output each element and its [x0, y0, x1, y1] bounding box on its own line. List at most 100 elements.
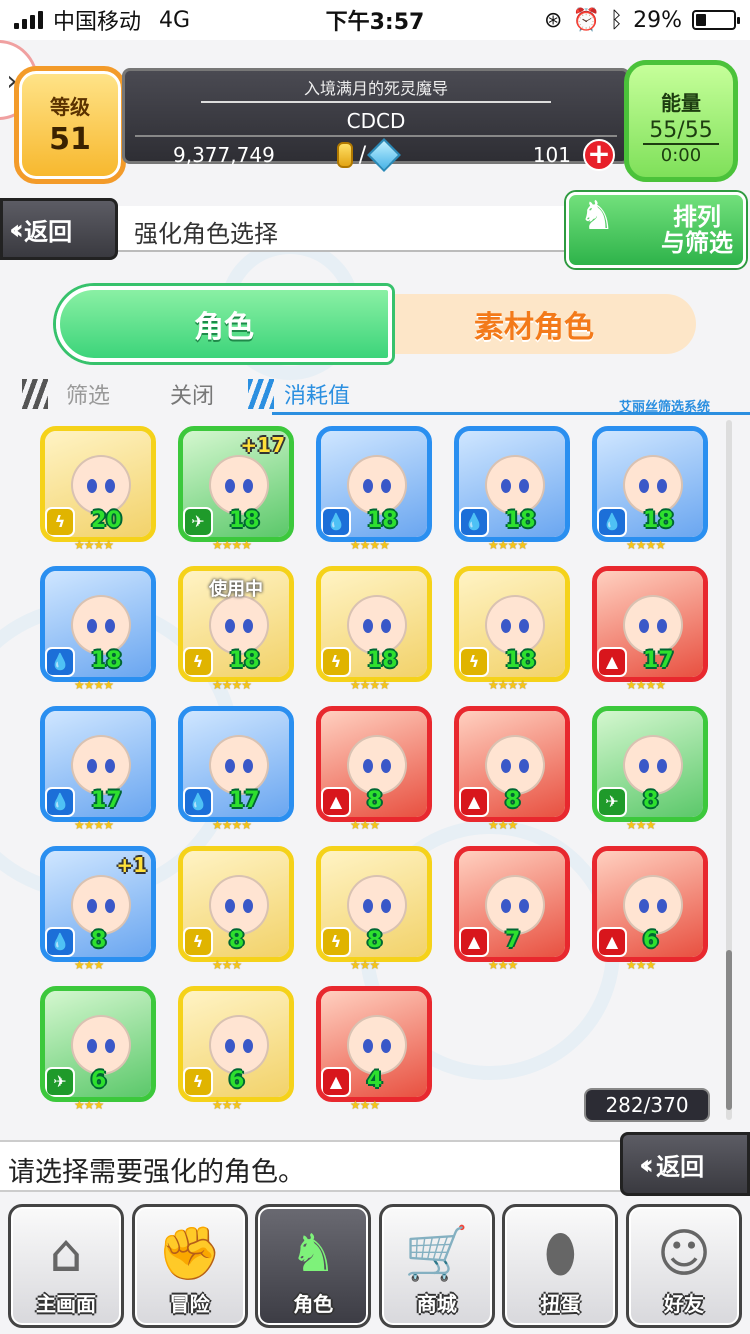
- buy-gems-button[interactable]: +: [583, 139, 615, 171]
- character-portrait-frame: ϟ 20: [40, 426, 156, 542]
- character-card[interactable]: ✈ 6 ★★★: [40, 986, 158, 1114]
- rarity-stars: ★★★: [74, 958, 104, 972]
- character-card[interactable]: 💧 18 ★★★★: [316, 426, 434, 554]
- stripes-icon: [248, 379, 274, 409]
- rarity-stars: ★★★: [212, 1098, 242, 1112]
- status-bar: 中国移动 4G 下午3:57 ⊛ ⏰ ᛒ 29%: [0, 0, 750, 40]
- water-attribute-icon: 💧: [47, 789, 73, 815]
- character-face: [71, 455, 131, 515]
- character-card[interactable]: ▲ 8 ★★★: [316, 706, 434, 834]
- character-portrait-frame: ϟ 18: [454, 566, 570, 682]
- nav-home-button[interactable]: ⌂ 主画面: [8, 1204, 124, 1328]
- character-portrait-frame: ▲ 6: [592, 846, 708, 962]
- character-card[interactable]: ✈ 8 ★★★: [592, 706, 710, 834]
- wind-attribute-icon: ✈: [185, 509, 211, 535]
- player-info-panel[interactable]: 入境满月的死灵魔导 CDCD 9,377,749 / 101 +: [122, 68, 630, 172]
- character-card[interactable]: ϟ 20 ★★★★: [40, 426, 158, 554]
- sort-order-toggle[interactable]: 消耗值: [248, 378, 350, 410]
- rarity-stars: ★★★: [74, 1098, 104, 1112]
- character-portrait-frame: ▲ 8: [454, 706, 570, 822]
- rarity-stars: ★★★★: [74, 678, 114, 692]
- character-level: 8: [643, 788, 659, 813]
- energy-label: 能量: [661, 91, 701, 115]
- inventory-count: 282/370: [584, 1088, 710, 1122]
- character-face: [347, 1015, 407, 1075]
- character-portrait-frame: ▲ 7: [454, 846, 570, 962]
- nav-cart-button[interactable]: 🛒 商城: [378, 1204, 495, 1328]
- character-card[interactable]: ϟ 18 使用中 ★★★★: [178, 566, 296, 694]
- character-portrait-frame: ϟ 18 使用中: [178, 566, 294, 682]
- rarity-stars: ★★★★: [74, 538, 114, 552]
- rarity-stars: ★★★: [350, 818, 380, 832]
- double-chevron-left-icon: ‹‹: [639, 1147, 654, 1181]
- sort-filter-button[interactable]: ♞ 排列 与筛选: [566, 192, 746, 268]
- character-face: [209, 455, 269, 515]
- character-card[interactable]: 💧 17 ★★★★: [40, 706, 158, 834]
- character-level: 6: [91, 1068, 107, 1093]
- thunder-attribute-icon: ϟ: [185, 1069, 211, 1095]
- battery-percent: 29%: [633, 7, 682, 33]
- character-face: [347, 455, 407, 515]
- bottom-nav: ⌂ 主画面 ✊ 冒险 ♞ 角色 🛒 商城 ⬮ 扭蛋 ☺ 好友: [0, 1200, 750, 1334]
- filter-toggle[interactable]: 筛选 关闭: [22, 378, 214, 410]
- battery-icon: [692, 10, 740, 30]
- nav-rabbit-button[interactable]: ♞ 角色: [255, 1204, 372, 1328]
- filter-system-label: 艾丽丝筛选系统: [618, 400, 710, 415]
- character-card[interactable]: ▲ 7 ★★★: [454, 846, 572, 974]
- character-level: 20: [91, 508, 122, 533]
- character-card[interactable]: 💧 8 +1 ★★★: [40, 846, 158, 974]
- character-face: [485, 595, 545, 655]
- energy-value: 55/55: [649, 118, 713, 143]
- fire-attribute-icon: ▲: [599, 929, 625, 955]
- tab-character[interactable]: 角色: [56, 286, 392, 362]
- character-portrait-frame: 💧 18: [40, 566, 156, 682]
- character-card[interactable]: ▲ 8 ★★★: [454, 706, 572, 834]
- character-face: [209, 1015, 269, 1075]
- character-card[interactable]: 💧 18 ★★★★: [40, 566, 158, 694]
- stripes-icon: [22, 379, 48, 409]
- rarity-stars: ★★★★: [626, 538, 666, 552]
- character-level: 8: [229, 928, 245, 953]
- character-card[interactable]: ✈ 18 +17 ★★★★: [178, 426, 296, 554]
- character-card[interactable]: ϟ 8 ★★★: [316, 846, 434, 974]
- character-card[interactable]: ▲ 6 ★★★: [592, 846, 710, 974]
- wind-attribute-icon: ✈: [47, 1069, 73, 1095]
- character-card[interactable]: ϟ 8 ★★★: [178, 846, 296, 974]
- character-level: 6: [643, 928, 659, 953]
- character-portrait-frame: ϟ8: [178, 846, 294, 962]
- coin-icon: [336, 142, 353, 168]
- back-button[interactable]: ‹‹ 返回: [0, 198, 118, 260]
- character-card[interactable]: ▲ 4 ★★★: [316, 986, 434, 1114]
- energy-badge[interactable]: 能量 55/55 0:00: [624, 60, 738, 182]
- nav-handshake-button[interactable]: ✊ 冒险: [131, 1204, 248, 1328]
- nav-friends-button[interactable]: ☺ 好友: [625, 1204, 742, 1328]
- character-face: [623, 455, 683, 515]
- home-icon: ⌂: [49, 1224, 83, 1284]
- tab-material[interactable]: 素材角色: [372, 294, 696, 354]
- character-face: [485, 735, 545, 795]
- character-card[interactable]: 💧 18 ★★★★: [592, 426, 710, 554]
- character-face: [209, 595, 269, 655]
- character-portrait-frame: 💧 8 +1: [40, 846, 156, 962]
- character-level: 18: [367, 508, 398, 533]
- thunder-attribute-icon: ϟ: [461, 649, 487, 675]
- plus-value-badge: +1: [116, 853, 147, 877]
- character-card[interactable]: 💧 18 ★★★★: [454, 426, 572, 554]
- character-face: [347, 735, 407, 795]
- character-level: 6: [229, 1068, 245, 1093]
- character-card[interactable]: ϟ 18 ★★★★: [316, 566, 434, 694]
- nav-egg-button[interactable]: ⬮ 扭蛋: [502, 1204, 619, 1328]
- character-card[interactable]: 💧 17 ★★★★: [178, 706, 296, 834]
- character-portrait-frame: ϟ8: [316, 846, 432, 962]
- character-card[interactable]: ϟ 18 ★★★★: [454, 566, 572, 694]
- character-portrait-frame: 💧 18: [454, 426, 570, 542]
- level-badge: 等级 51: [14, 66, 126, 184]
- character-grid: ϟ 20 ★★★★ ✈ 18 +17 ★★★★ 💧 18 ★★★★ 💧 18 ★★★★ 💧 18 ★★★★ 💧 1…: [40, 426, 730, 1116]
- back-button-bottom[interactable]: ‹‹ 返回: [620, 1132, 750, 1196]
- scrollbar-thumb[interactable]: [726, 950, 732, 1110]
- character-face: [623, 595, 683, 655]
- character-card[interactable]: ▲ 17 ★★★★: [592, 566, 710, 694]
- scrollbar[interactable]: [726, 420, 732, 1120]
- filter-value: 关闭: [170, 384, 215, 409]
- character-card[interactable]: ϟ 6 ★★★: [178, 986, 296, 1114]
